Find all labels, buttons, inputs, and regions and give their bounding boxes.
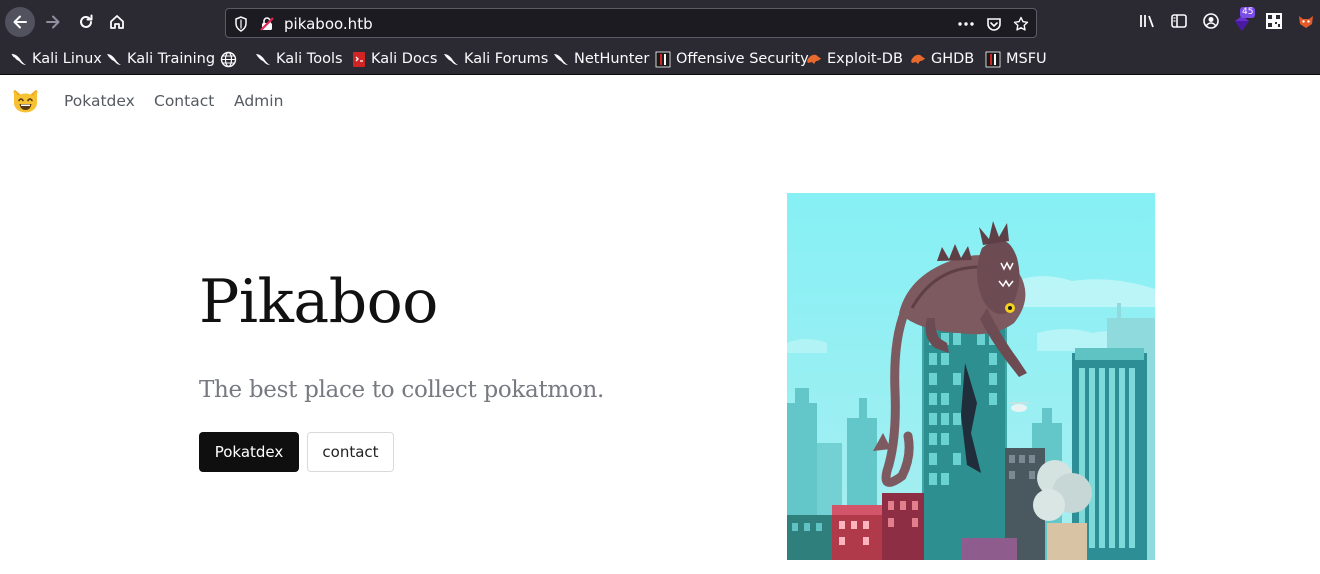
kali-dragon-icon: [256, 54, 270, 65]
globe-icon: [220, 51, 237, 67]
bookmark-exploit-db[interactable]: Exploit-DB: [806, 50, 903, 68]
nav-contact[interactable]: Contact: [154, 92, 214, 110]
nav-admin[interactable]: Admin: [234, 92, 283, 110]
pocket-icon[interactable]: [986, 16, 1002, 32]
bookmark-kali-forums[interactable]: Kali Forums: [443, 50, 548, 68]
offsec-icon: [985, 51, 1001, 67]
exploitdb-icon: [807, 54, 821, 64]
nav-pokatdex[interactable]: Pokatdex: [64, 92, 135, 110]
foxyproxy-icon[interactable]: [1297, 12, 1315, 30]
qr-code-icon[interactable]: [1265, 12, 1283, 30]
sidebar-icon[interactable]: [1170, 12, 1188, 30]
site-logo[interactable]: [12, 88, 39, 117]
insecure-lock-icon: [260, 17, 274, 31]
hero-title: Pikaboo: [199, 267, 438, 337]
bookmark-nethunter[interactable]: NetHunter: [553, 50, 649, 68]
kali-docs-icon: [353, 51, 365, 67]
bookmarks-toolbar: Kali Linux Kali Training Kali Tools Kali…: [0, 44, 1320, 75]
bookmark-ghdb[interactable]: GHDB: [910, 50, 974, 68]
bookmark-kali-training[interactable]: Kali Training: [106, 50, 215, 68]
bookmark-globe[interactable]: [220, 50, 242, 68]
bookmark-kali-tools[interactable]: Kali Tools: [255, 50, 343, 68]
page-content: Pokatdex Contact Admin Pikaboo The best …: [0, 75, 1320, 574]
reload-button[interactable]: [71, 7, 101, 37]
browser-toolbar: pikaboo.htb 45: [0, 0, 1320, 44]
home-icon: [110, 15, 124, 29]
pokatdex-button[interactable]: Pokatdex: [199, 432, 299, 472]
bookmark-star-icon[interactable]: [1013, 16, 1029, 32]
back-arrow-icon: [13, 15, 27, 29]
page-actions-icon[interactable]: [958, 22, 974, 26]
kali-dragon-icon: [554, 54, 568, 65]
forward-button[interactable]: [38, 7, 68, 37]
home-button[interactable]: [102, 7, 132, 37]
account-icon[interactable]: [1202, 12, 1220, 30]
cat-face-icon: [13, 89, 38, 113]
offsec-icon: [655, 51, 671, 67]
extension-badge: 45: [1240, 7, 1256, 18]
kali-dragon-icon: [11, 53, 26, 65]
reload-icon: [80, 14, 93, 28]
forward-arrow-icon: [46, 15, 60, 29]
back-button[interactable]: [5, 7, 35, 37]
bookmark-offensive-security[interactable]: Offensive Security: [655, 50, 809, 68]
bookmark-msfu[interactable]: MSFU: [985, 50, 1047, 68]
hero-illustration: [787, 193, 1155, 560]
kali-dragon-icon: [444, 54, 458, 65]
exploitdb-icon: [911, 54, 925, 64]
kali-dragon-icon: [107, 54, 121, 65]
bookmark-kali-docs[interactable]: Kali Docs: [352, 50, 437, 68]
shield-icon: [235, 16, 247, 32]
contact-button[interactable]: contact: [307, 432, 394, 472]
extension-button[interactable]: 45: [1232, 7, 1256, 34]
url-bar[interactable]: pikaboo.htb: [225, 8, 1037, 38]
bookmark-kali-linux[interactable]: Kali Linux: [11, 50, 102, 68]
hero-subtitle: The best place to collect pokatmon.: [199, 377, 604, 403]
url-text[interactable]: pikaboo.htb: [284, 15, 373, 33]
monster-city-illustration: [787, 193, 1155, 560]
library-icon[interactable]: [1138, 12, 1156, 30]
